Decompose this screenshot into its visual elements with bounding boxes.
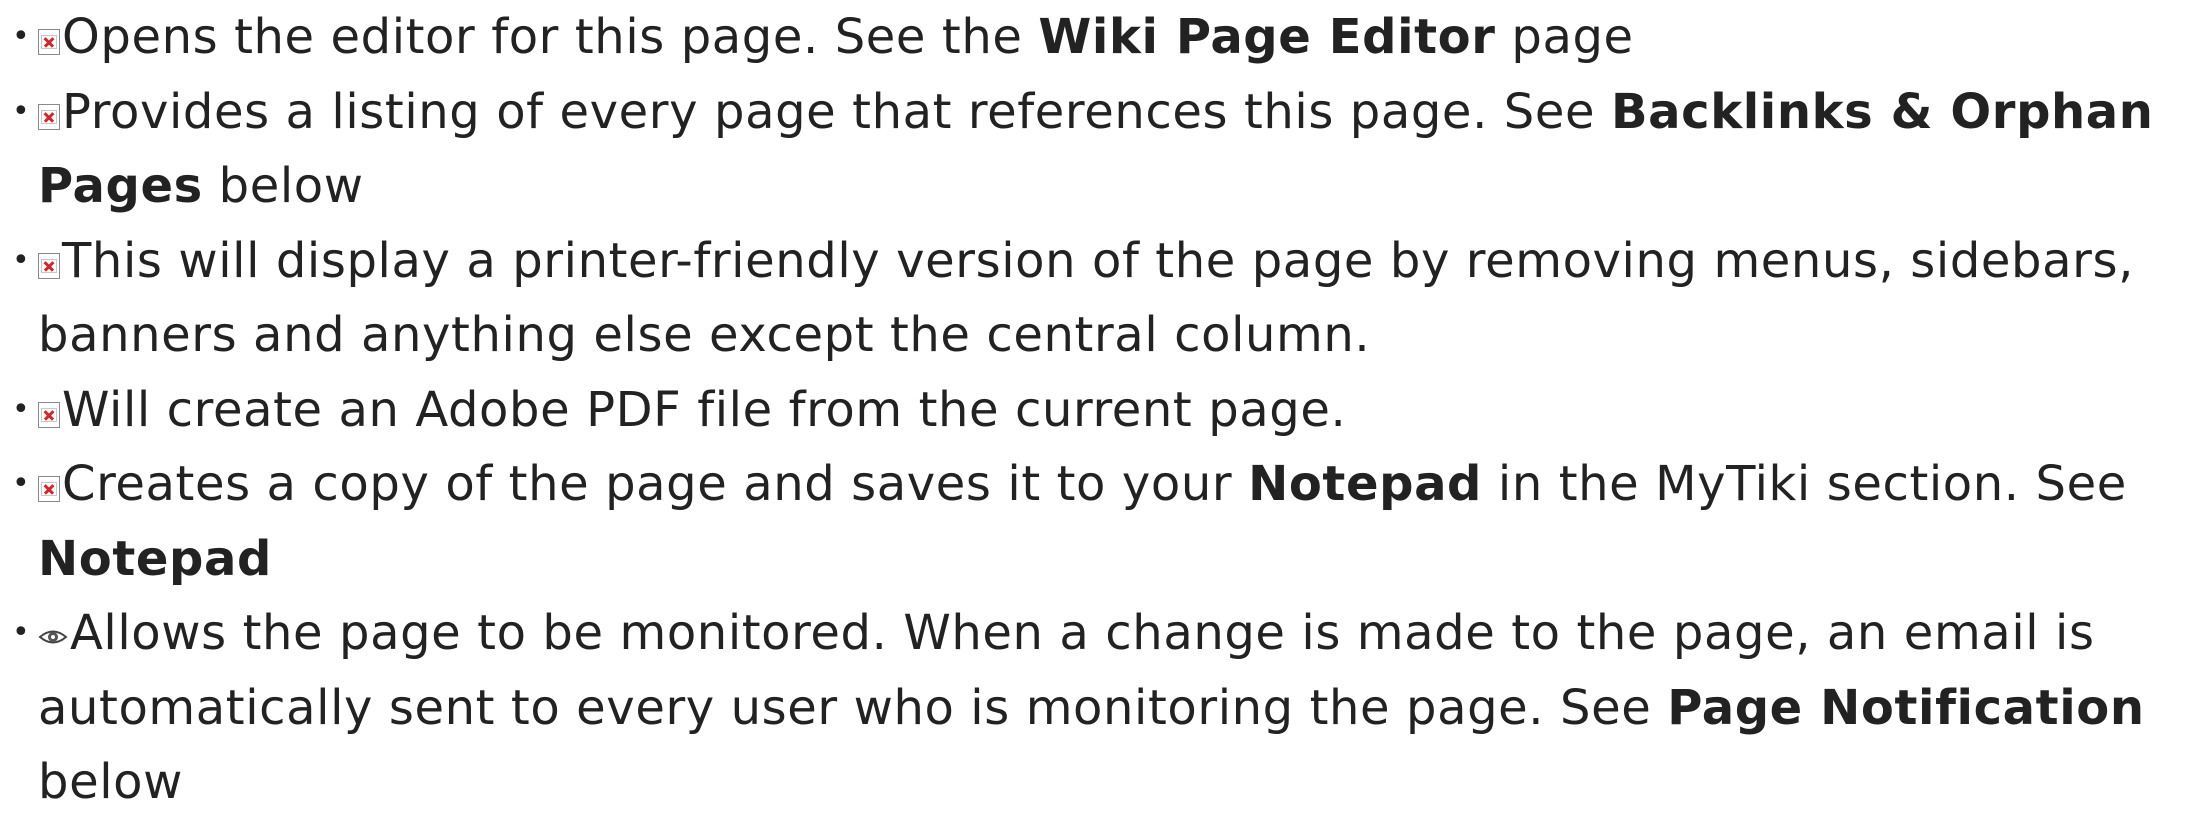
broken-image-icon[interactable] [38, 103, 60, 130]
list-item-pdf: • Will create an Adobe PDF file from the… [0, 373, 2190, 448]
bullet: • [12, 615, 31, 650]
list-item-backlinks: • Provides a listing of every page that … [0, 75, 2190, 224]
bullet: • [12, 93, 31, 129]
item-text: Will create an Adobe PDF file from the c… [62, 381, 1347, 438]
broken-image-icon[interactable] [38, 476, 60, 502]
item-text: Creates a copy of the page and saves it … [62, 456, 1249, 512]
list-item-print: • This will display a printer-friendly v… [0, 224, 2190, 373]
notepad-link[interactable]: Notepad [1248, 456, 1482, 512]
bullet: • [12, 242, 31, 278]
broken-image-icon[interactable] [38, 401, 60, 428]
item-text: This will display a printer-friendly ver… [38, 232, 2134, 364]
bullet: • [12, 391, 31, 427]
list-item-edit: • Opens the editor for this page. See th… [0, 0, 2190, 75]
eye-icon[interactable] [38, 597, 68, 644]
list-item-notepad: • Creates a copy of the page and saves i… [0, 447, 2190, 596]
notepad-link[interactable]: Notepad [38, 531, 272, 587]
item-text: below [202, 158, 364, 214]
broken-image-icon[interactable] [38, 252, 60, 279]
item-text: in the MyTiki section. See [1482, 456, 2127, 512]
wiki-page-editor-link[interactable]: Wiki Page Editor [1038, 9, 1495, 65]
bullet: • [12, 466, 31, 501]
broken-image-icon[interactable] [38, 29, 60, 55]
page-notification-link[interactable]: Page Notification [1667, 680, 2144, 736]
feature-list: • Opens the editor for this page. See th… [0, 0, 2190, 820]
item-text: page [1495, 9, 1634, 65]
item-text: below [38, 754, 183, 810]
list-item-monitor: • Allows the page to be monitored. When … [0, 596, 2190, 820]
item-text: Opens the editor for this page. See the [62, 9, 1039, 65]
bullet: • [12, 19, 31, 54]
item-text: Provides a listing of every page that re… [62, 83, 1611, 140]
